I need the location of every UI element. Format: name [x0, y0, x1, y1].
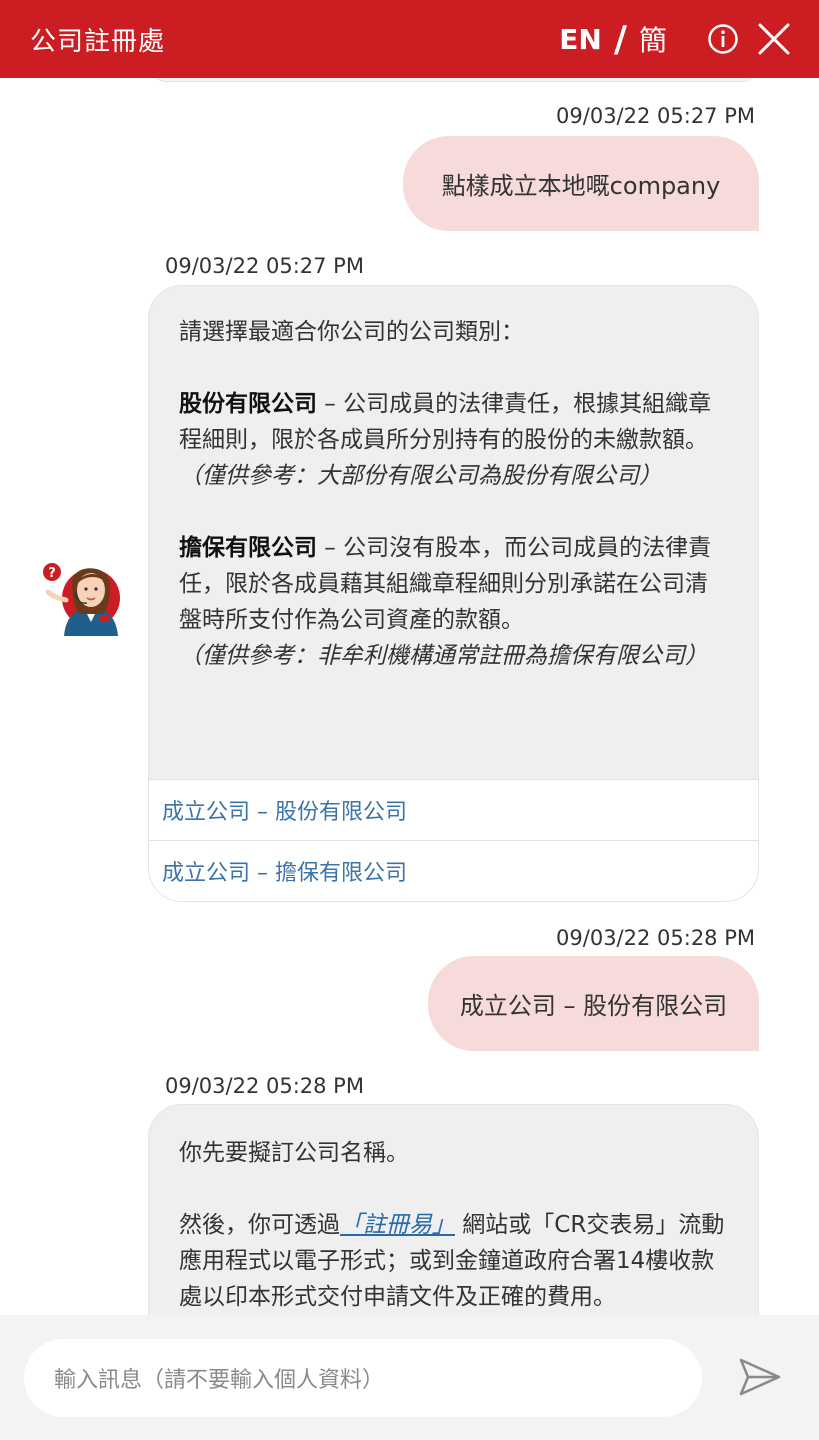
company-type-guarantee-name: 擔保有限公司: [179, 535, 317, 561]
bot-message-card: 請選擇最適合你公司的公司類別： 股份有限公司 – 公司成員的法律責任，根據其組織…: [148, 285, 759, 902]
bot-text-prefix: 然後，你可透過: [179, 1212, 340, 1238]
message-input[interactable]: 輸入訊息（請不要輸入個人資料）: [24, 1339, 702, 1417]
close-icon[interactable]: [757, 22, 791, 56]
message-timestamp: 09/03/22 05:28 PM: [165, 1074, 364, 1098]
lang-separator: /: [613, 18, 627, 60]
info-icon[interactable]: [707, 23, 739, 55]
company-type-guarantee-note: （僅供參考：非牟利機構通常註冊為擔保有限公司）: [179, 643, 708, 669]
company-type-shares-name: 股份有限公司: [179, 391, 317, 417]
message-timestamp: 09/03/22 05:27 PM: [165, 254, 364, 278]
language-switcher: EN / 簡: [559, 19, 667, 60]
company-type-prompt: 請選擇最適合你公司的公司類別：: [179, 319, 524, 345]
bot-message-text: 你先要擬訂公司名稱。 然後，你可透過「註冊易」 網站或「CR交表易」流動應用程式…: [149, 1105, 758, 1315]
company-type-shares-note: （僅供參考：大部份有限公司為股份有限公司）: [179, 463, 662, 489]
previous-message-edge: [150, 78, 758, 82]
agent-avatar-icon: ?: [43, 563, 120, 636]
bot-text-paragraph: 然後，你可透過「註冊易」 網站或「CR交表易」流動應用程式以電子形式；或到金鐘道…: [179, 1207, 728, 1315]
company-type-shares: 股份有限公司 – 公司成員的法律責任，根據其組織章程細則，限於各成員所分別持有的…: [179, 386, 728, 458]
bot-message-text: 請選擇最適合你公司的公司類別： 股份有限公司 – 公司成員的法律責任，根據其組織…: [149, 286, 758, 779]
quick-reply-option-guarantee[interactable]: 成立公司 – 擔保有限公司: [149, 840, 758, 901]
message-timestamp: 09/03/22 05:28 PM: [556, 926, 755, 950]
send-icon[interactable]: [738, 1357, 782, 1397]
user-message-bubble: 成立公司 – 股份有限公司: [428, 956, 759, 1051]
quick-reply-option-shares[interactable]: 成立公司 – 股份有限公司: [149, 779, 758, 840]
e-registry-link[interactable]: 「註冊易」: [340, 1212, 455, 1238]
bot-message-card: 你先要擬訂公司名稱。 然後，你可透過「註冊易」 網站或「CR交表易」流動應用程式…: [148, 1104, 759, 1315]
user-message-bubble: 點樣成立本地嘅company: [403, 136, 759, 231]
lang-sc-button[interactable]: 簡: [639, 19, 667, 59]
lang-en-button[interactable]: EN: [559, 23, 602, 56]
svg-text:?: ?: [48, 566, 56, 581]
chat-transcript[interactable]: 09/03/22 05:27 PM 點樣成立本地嘅company 09/03/2…: [0, 78, 819, 1315]
message-timestamp: 09/03/22 05:27 PM: [556, 104, 755, 128]
app-title: 公司註冊處: [30, 26, 166, 57]
message-composer: 輸入訊息（請不要輸入個人資料）: [0, 1315, 819, 1440]
bot-text-line: 你先要擬訂公司名稱。: [179, 1140, 409, 1166]
company-type-guarantee: 擔保有限公司 – 公司沒有股本，而公司成員的法律責任，限於各成員藉其組織章程細則…: [179, 530, 728, 638]
top-bar: 公司註冊處 EN / 簡: [0, 0, 819, 78]
